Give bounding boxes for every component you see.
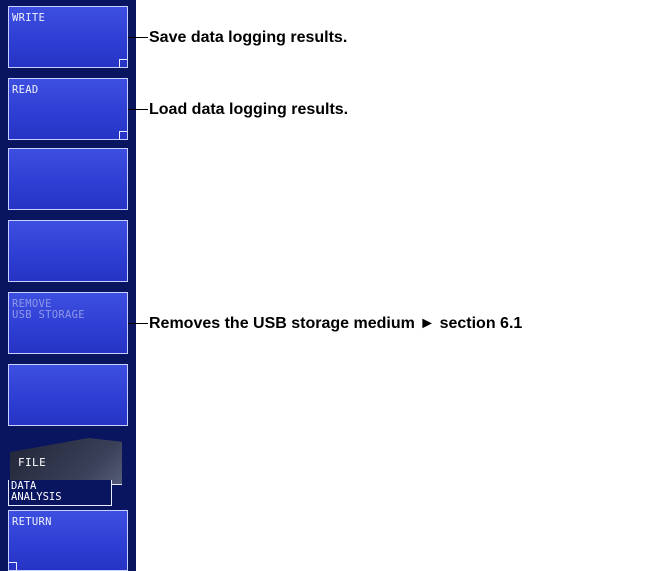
submenu-corner-icon [119, 59, 127, 67]
callout-line-remove [128, 323, 148, 324]
empty-softkey-3[interactable] [8, 148, 128, 210]
callout-line-write [128, 37, 148, 38]
read-softkey[interactable]: READ [8, 78, 128, 140]
callout-read-text: Load data logging results. [149, 101, 349, 118]
softkey-panel: WRITE READ REMOVE USB STORAGE FILE DATA … [0, 0, 136, 571]
submenu-corner-icon [119, 131, 127, 139]
callout-remove-text: Removes the USB storage medium ► section… [149, 315, 523, 332]
remove-usb-storage-label: REMOVE USB STORAGE [12, 298, 85, 321]
callout-line-read [128, 109, 148, 110]
menu-tab-area: FILE DATA ANALYSIS [4, 432, 132, 510]
return-softkey-label: RETURN [12, 516, 52, 528]
remove-usb-storage-softkey[interactable]: REMOVE USB STORAGE [8, 292, 128, 354]
return-corner-icon [9, 562, 17, 570]
file-tab-label: FILE [18, 456, 47, 469]
empty-softkey-4[interactable] [8, 220, 128, 282]
data-analysis-tab-label: DATA ANALYSIS [11, 480, 62, 503]
empty-softkey-6[interactable] [8, 364, 128, 426]
return-softkey[interactable]: RETURN [8, 510, 128, 571]
write-softkey-label: WRITE [12, 12, 46, 24]
data-analysis-menu-tab[interactable]: DATA ANALYSIS [8, 480, 112, 506]
write-softkey[interactable]: WRITE [8, 6, 128, 68]
callout-write-text: Save data logging results. [149, 29, 348, 46]
read-softkey-label: READ [12, 84, 39, 96]
